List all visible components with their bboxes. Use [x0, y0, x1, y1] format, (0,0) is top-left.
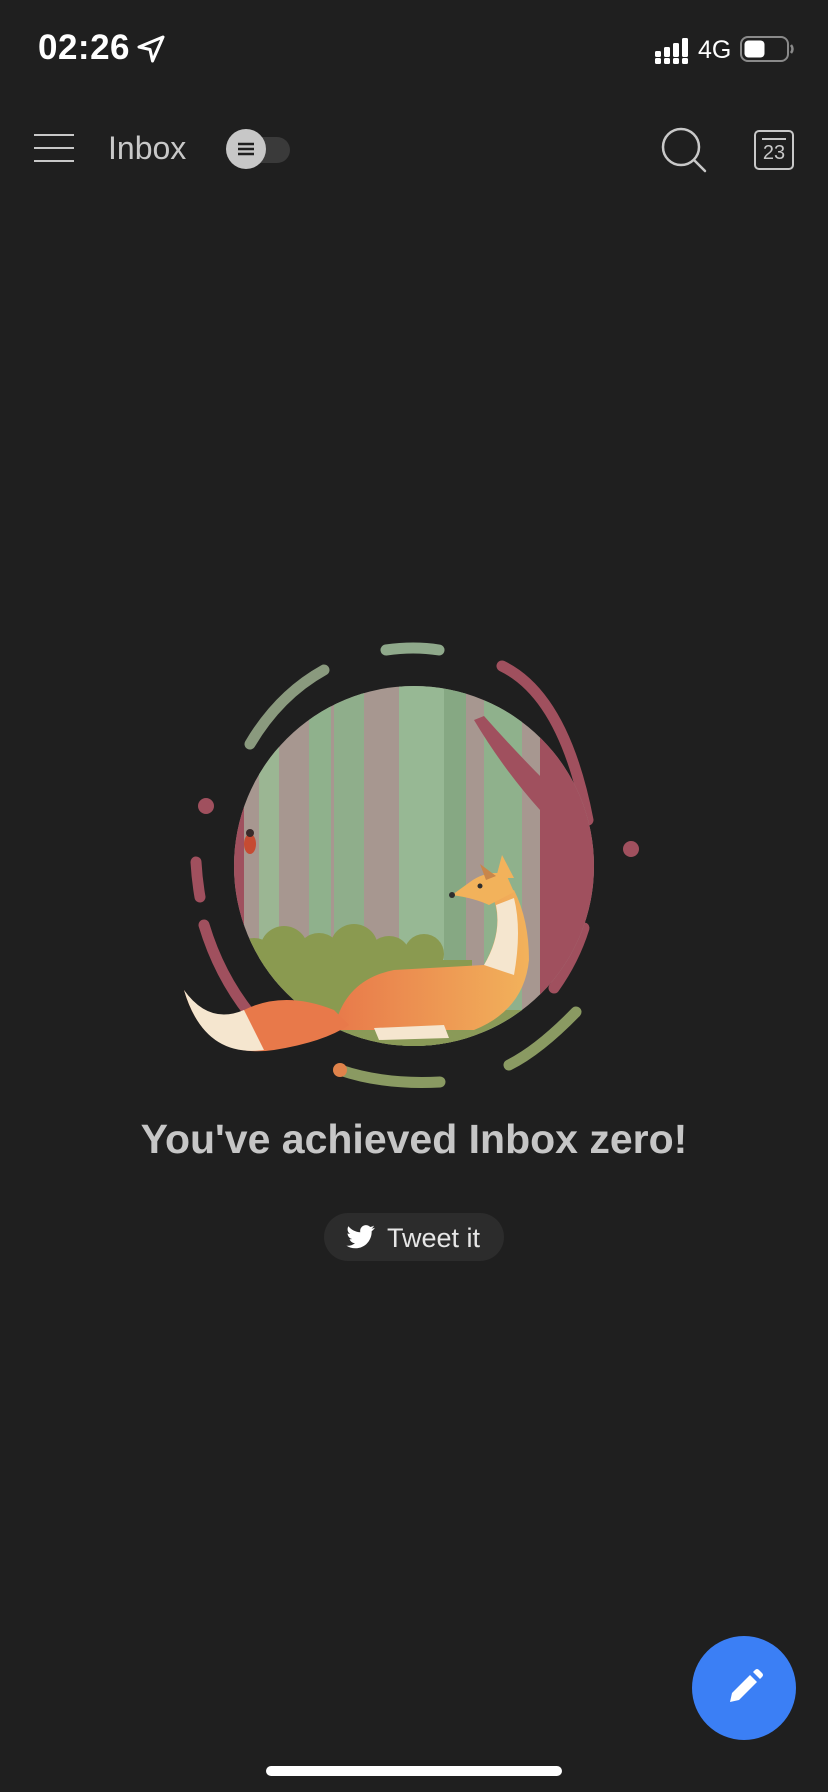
calendar-button[interactable]: 23 [754, 130, 794, 170]
home-indicator [266, 1766, 562, 1776]
location-arrow-icon [137, 35, 165, 63]
twitter-icon [346, 1225, 375, 1249]
tweet-it-label: Tweet it [387, 1223, 481, 1253]
app-header: Inbox 23 [0, 110, 828, 190]
pencil-icon [730, 1669, 763, 1702]
status-bar: 02:26 4G [0, 0, 828, 100]
tweet-it-button[interactable]: Tweet it [324, 1213, 504, 1261]
network-type: 4G [698, 36, 732, 64]
signal-icon [655, 38, 688, 64]
inbox-zero-illustration [184, 642, 639, 1088]
list-icon [238, 142, 254, 156]
search-icon[interactable] [660, 126, 710, 176]
page-title: Inbox [108, 130, 187, 166]
view-toggle[interactable] [226, 129, 292, 169]
compose-button[interactable] [692, 1636, 796, 1740]
toggle-knob [226, 129, 266, 169]
calendar-day: 23 [762, 142, 786, 164]
battery-icon [740, 36, 794, 62]
status-time: 02:26 [38, 28, 131, 67]
inbox-zero-message: You've achieved Inbox zero! [140, 1116, 688, 1162]
menu-icon[interactable] [34, 132, 74, 164]
